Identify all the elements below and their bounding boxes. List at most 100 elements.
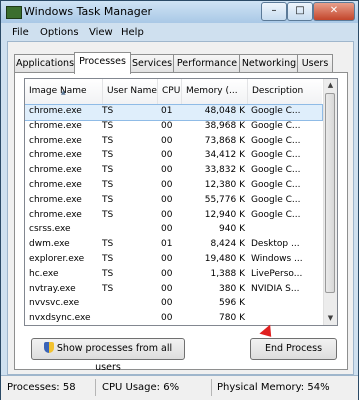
menu-view[interactable]: View bbox=[89, 27, 113, 38]
cell-image-name: explorer.exe bbox=[29, 253, 85, 264]
process-list[interactable]: ▲ Image Name User Name CPU Memory (... D… bbox=[24, 78, 338, 326]
cell-cpu: 00 bbox=[161, 268, 173, 279]
cell-cpu: 00 bbox=[161, 135, 173, 146]
cell-cpu: 00 bbox=[161, 283, 173, 294]
cell-user-name: TS bbox=[102, 268, 114, 279]
table-row[interactable]: chrome.exe TS 00 12,940 K Google C... bbox=[25, 209, 322, 224]
cell-memory: 12,940 K bbox=[204, 209, 245, 220]
cell-user-name: TS bbox=[102, 253, 114, 264]
table-row[interactable]: dwm.exe TS 01 8,424 K Desktop ... bbox=[25, 238, 322, 253]
process-rows: chrome.exe TS 01 48,048 K Google C... chrome.… bbox=[25, 104, 323, 325]
table-row[interactable]: chrome.exe TS 00 33,832 K Google C... bbox=[25, 164, 322, 179]
cell-user-name: TS bbox=[102, 120, 114, 131]
cell-memory: 780 K bbox=[219, 313, 245, 324]
cell-cpu: 00 bbox=[161, 298, 173, 309]
minimize-button[interactable]: – bbox=[261, 2, 287, 21]
cell-description: Google C... bbox=[251, 165, 301, 176]
table-row[interactable]: explorer.exe TS 00 19,480 K Windows ... bbox=[25, 253, 322, 268]
cell-memory: 380 K bbox=[219, 283, 245, 294]
end-process-button[interactable]: End Process bbox=[250, 338, 337, 360]
tab-networking[interactable]: Networking bbox=[239, 54, 299, 72]
menu-help[interactable]: Help bbox=[121, 27, 144, 38]
cell-cpu: 00 bbox=[161, 194, 173, 205]
cell-cpu: 00 bbox=[161, 253, 173, 264]
tab-container: Applications Processes Services Performa… bbox=[7, 41, 354, 375]
cell-user-name: TS bbox=[102, 209, 114, 220]
table-row[interactable]: chrome.exe TS 00 12,380 K Google C... bbox=[25, 179, 322, 194]
table-row[interactable]: nvxdsync.exe 00 780 K bbox=[25, 312, 322, 325]
column-description[interactable]: Description bbox=[248, 79, 322, 104]
uac-shield-icon bbox=[43, 342, 54, 353]
close-button[interactable]: ✕ bbox=[313, 2, 355, 21]
table-row[interactable]: chrome.exe TS 00 38,968 K Google C... bbox=[25, 120, 322, 135]
cell-memory: 38,968 K bbox=[204, 120, 245, 131]
column-user-name[interactable]: User Name bbox=[103, 79, 158, 104]
cell-cpu: 00 bbox=[161, 209, 173, 220]
table-row[interactable]: hc.exe TS 00 1,388 K LivePerso... bbox=[25, 268, 322, 283]
scrollbar-thumb[interactable] bbox=[325, 93, 335, 293]
cell-description: Google C... bbox=[251, 150, 301, 161]
title-bar[interactable]: Windows Task Manager – □ ✕ bbox=[1, 1, 358, 23]
task-manager-icon bbox=[6, 6, 22, 19]
cell-user-name: TS bbox=[102, 106, 114, 116]
cell-image-name: chrome.exe bbox=[29, 106, 82, 116]
tab-processes[interactable]: Processes bbox=[74, 52, 131, 74]
task-manager-window: Windows Task Manager – □ ✕ File Options … bbox=[0, 0, 359, 400]
status-processes: Processes: 58 bbox=[7, 382, 76, 393]
cell-memory: 8,424 K bbox=[210, 239, 245, 250]
cell-cpu: 01 bbox=[161, 106, 173, 116]
table-row[interactable]: chrome.exe TS 00 55,776 K Google C... bbox=[25, 194, 322, 209]
tab-users[interactable]: Users bbox=[297, 54, 333, 72]
cell-description: Desktop ... bbox=[251, 239, 300, 250]
cell-memory: 73,868 K bbox=[204, 135, 245, 146]
table-row[interactable]: chrome.exe TS 00 73,868 K Google C... bbox=[25, 135, 322, 150]
column-memory[interactable]: Memory (... bbox=[182, 79, 248, 104]
column-image-name[interactable]: ▲ Image Name bbox=[25, 79, 103, 104]
table-row[interactable]: chrome.exe TS 01 48,048 K Google C... bbox=[25, 104, 323, 121]
table-row[interactable]: nvvsvc.exe 00 596 K bbox=[25, 297, 322, 312]
cell-description: Google C... bbox=[251, 179, 301, 190]
tab-applications[interactable]: Applications bbox=[14, 54, 76, 72]
cell-image-name: nvxdsync.exe bbox=[29, 313, 91, 324]
cell-image-name: nvtray.exe bbox=[29, 283, 76, 294]
cell-description: Google C... bbox=[251, 194, 301, 205]
cell-description: Google C... bbox=[251, 120, 301, 131]
column-cpu[interactable]: CPU bbox=[158, 79, 182, 104]
menu-options[interactable]: Options bbox=[40, 27, 79, 38]
cell-image-name: chrome.exe bbox=[29, 179, 82, 190]
cell-image-name: dwm.exe bbox=[29, 239, 70, 250]
table-row[interactable]: chrome.exe TS 00 34,412 K Google C... bbox=[25, 149, 322, 164]
cell-image-name: hc.exe bbox=[29, 268, 59, 279]
cell-image-name: csrss.exe bbox=[29, 224, 71, 235]
cell-user-name: TS bbox=[102, 150, 114, 161]
scroll-up-icon[interactable]: ▲ bbox=[324, 79, 337, 92]
cell-image-name: nvvsvc.exe bbox=[29, 298, 80, 309]
tab-performance[interactable]: Performance bbox=[173, 54, 241, 72]
cell-memory: 596 K bbox=[219, 298, 245, 309]
cell-image-name: chrome.exe bbox=[29, 120, 82, 131]
status-separator bbox=[95, 379, 96, 396]
status-physical-memory: Physical Memory: 54% bbox=[217, 382, 330, 393]
tab-services[interactable]: Services bbox=[129, 54, 175, 72]
cell-image-name: chrome.exe bbox=[29, 194, 82, 205]
show-all-processes-button[interactable]: Show processes from all users bbox=[31, 338, 185, 373]
cell-description: Google C... bbox=[251, 209, 301, 220]
cell-memory: 12,380 K bbox=[204, 179, 245, 190]
scroll-down-icon[interactable]: ▼ bbox=[324, 312, 337, 325]
table-row[interactable]: nvtray.exe TS 00 380 K NVIDIA S... bbox=[25, 283, 322, 298]
cell-user-name: TS bbox=[102, 283, 114, 294]
cell-user-name: TS bbox=[102, 165, 114, 176]
maximize-button[interactable]: □ bbox=[287, 2, 313, 21]
cell-image-name: chrome.exe bbox=[29, 135, 82, 146]
cell-memory: 55,776 K bbox=[204, 194, 245, 205]
status-cpu-usage: CPU Usage: 6% bbox=[102, 382, 180, 393]
cell-image-name: chrome.exe bbox=[29, 209, 82, 220]
table-row[interactable]: csrss.exe 00 940 K bbox=[25, 223, 322, 238]
cell-user-name: TS bbox=[102, 179, 114, 190]
vertical-scrollbar[interactable]: ▲ ▼ bbox=[323, 79, 337, 325]
cell-memory: 940 K bbox=[219, 224, 245, 235]
cell-memory: 1,388 K bbox=[210, 268, 245, 279]
cell-memory: 33,832 K bbox=[204, 165, 245, 176]
menu-file[interactable]: File bbox=[12, 27, 29, 38]
status-bar: Processes: 58 CPU Usage: 6% Physical Mem… bbox=[1, 375, 358, 400]
